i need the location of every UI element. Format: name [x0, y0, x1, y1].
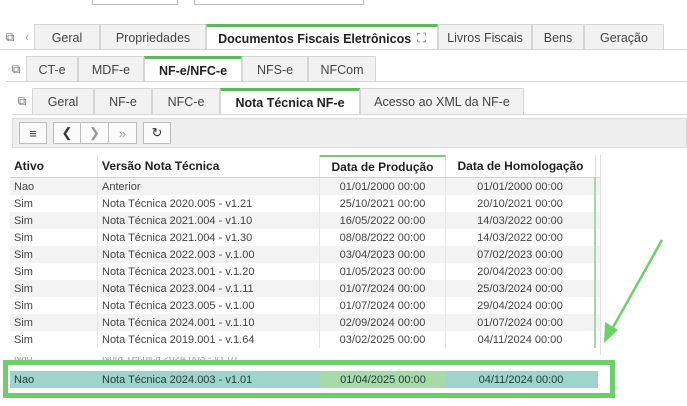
arrow-head: [604, 322, 618, 343]
annotation-arrow: [604, 239, 664, 343]
arrow-shaft: [609, 239, 664, 332]
